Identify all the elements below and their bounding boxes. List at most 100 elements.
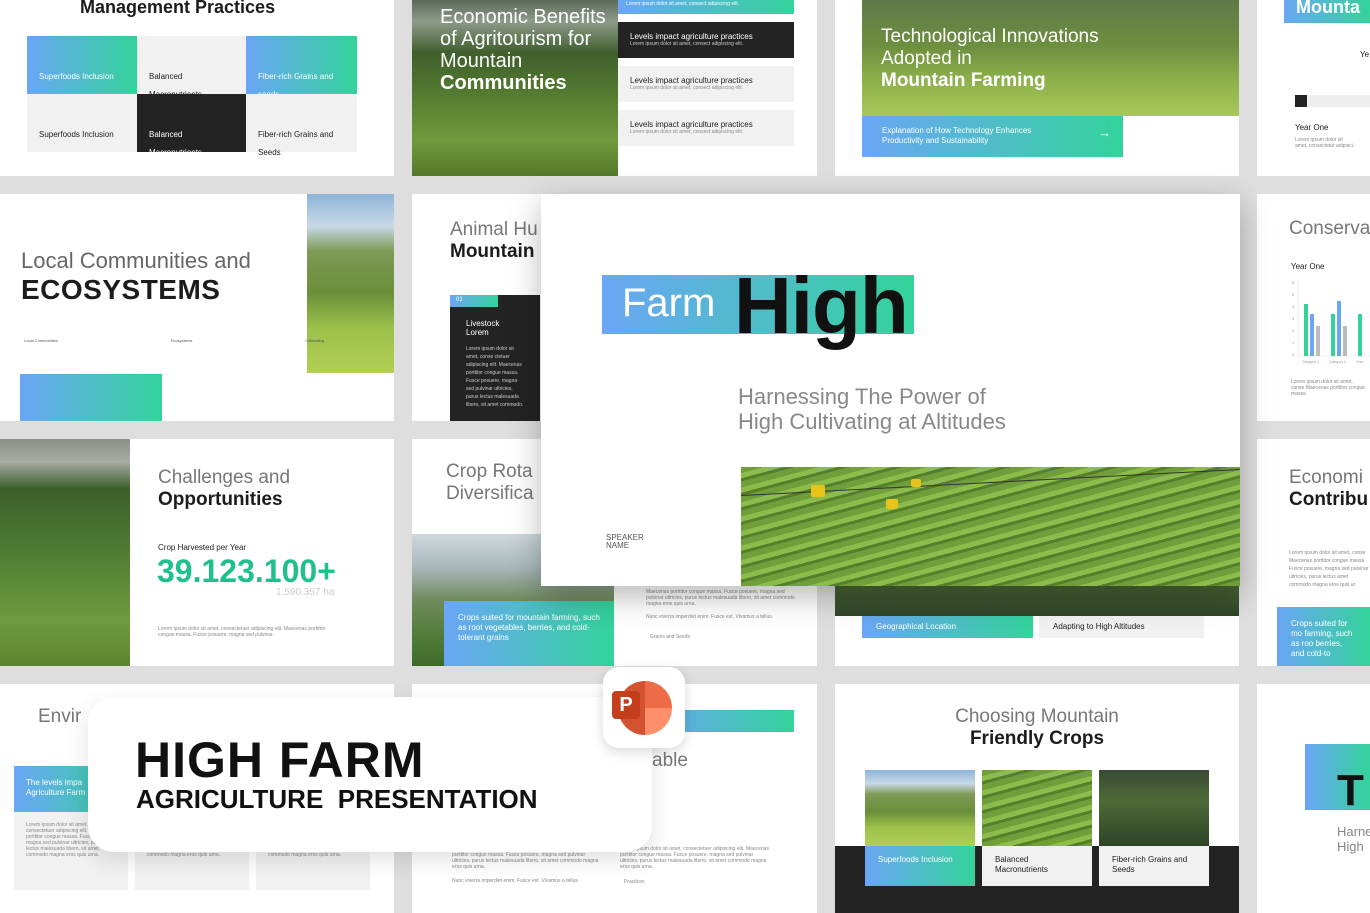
timeline-bar: [1295, 95, 1370, 107]
practice-cell: Balanced Macronutrients: [137, 94, 246, 157]
benefit-item: Levels impact agriculture practices Lore…: [618, 110, 794, 146]
cable-car: [886, 499, 898, 509]
chart-tick: 6: [1292, 280, 1295, 285]
table-tag: Practices: [624, 879, 645, 885]
slide-technological-innovations[interactable]: Technological Innovations Adopted in Mou…: [835, 0, 1239, 176]
cable-car: [911, 479, 921, 487]
geo-item: Adapting to High Altitudes: [1039, 616, 1204, 638]
practice-grid: Superfoods Inclusion Balanced Macronutri…: [27, 36, 357, 157]
crop-photo: [865, 770, 975, 846]
chart-bar: [1310, 314, 1314, 356]
terrace-photo: [741, 467, 1240, 586]
slide-choosing-crops[interactable]: Choosing Mountain Friendly Crops Superfo…: [835, 684, 1239, 913]
chart-tick: 3: [1292, 316, 1295, 321]
chart-bar: [1331, 314, 1335, 356]
slide-animal-husbandry[interactable]: Animal Hu Mountain 01 Livestock Lorem Lo…: [412, 194, 552, 421]
chart-tick: 0: [1292, 352, 1295, 357]
chart-tick: 5: [1292, 292, 1295, 297]
powerpoint-letter-box: P: [612, 691, 640, 719]
crop-item: Fiber-rich Grains and Seeds: [1099, 846, 1209, 886]
slide-title: Management Practices: [80, 0, 276, 17]
gradient-block: [20, 374, 162, 421]
crop-item: Balanced Macronutrients: [982, 846, 1092, 886]
slide-economic-benefits[interactable]: Economic Benefits of Agritourism for Mou…: [412, 0, 817, 176]
product-banner: HIGH FARM AGRICULTURE PRESENTATION: [88, 697, 652, 852]
banner-title: HIGH FARM: [135, 732, 425, 788]
slide-local-communities[interactable]: Local Communities and ECOSYSTEMS Local C…: [0, 194, 394, 421]
table-body-3: Lorem ipsum dolor sit amet, consectetuer…: [620, 846, 769, 870]
slide-title: Choosing Mountain Friendly Crops: [955, 706, 1119, 749]
slide-title: Crop Rota Diversifica: [446, 461, 534, 504]
hero-slide[interactable]: Farm High Harnessing The Power of High C…: [541, 194, 1240, 586]
chart-label: Year One: [1291, 262, 1325, 271]
slide-title: Envir: [38, 706, 82, 727]
cable-car: [811, 485, 825, 497]
practice-cell: Fiber-rich Grains and Seeds: [246, 94, 357, 157]
hero-subtitle: Harnessing The Power of High Cultivating…: [738, 384, 1006, 434]
explanation-button[interactable]: Explanation of How Technology Enhances P…: [862, 116, 1123, 157]
slide-challenges[interactable]: Challenges and Opportunities Crop Harves…: [0, 439, 394, 666]
crop-tag: Grains and Seeds: [650, 634, 691, 640]
crop-item: Superfoods Inclusion: [865, 846, 975, 886]
crop-body-2: Nunc viverra imperdiet enim. Fusce est. …: [646, 614, 774, 620]
slide-title: Conserva: [1289, 218, 1370, 239]
chart-bar: [1316, 326, 1320, 356]
chart-category: Cate: [1356, 360, 1363, 364]
slide-title: Challenges and Opportunities: [158, 467, 291, 510]
arrow-right-icon: →: [1098, 125, 1111, 140]
chart-category: Category 1: [1302, 360, 1319, 364]
chart-body: Lorem ipsum dolor sit amet, conse Maecen…: [1291, 379, 1365, 397]
practice-cell: Superfoods Inclusion: [27, 94, 137, 152]
benefit-item: Levels impact agriculture practices Lore…: [618, 66, 794, 102]
slide-conservation[interactable]: Conserva Year One 6 5 4 3 2 1 0 Category 1 Categ…: [1257, 194, 1370, 421]
mini-bar-chart: 6 5 4 3 2 1 0 Category 1 Category 2 Cate: [1292, 280, 1370, 364]
crop-photo: [982, 770, 1092, 846]
top-strip: Lorem ipsum dolor sit amet, consect adip…: [618, 0, 794, 14]
chart-bar: [1343, 326, 1347, 356]
slide-title: Technological Innovations Adopted in Mou…: [881, 26, 1099, 91]
year-body: Lorem ipsum dolor sit amet, consectetur …: [1295, 137, 1355, 149]
slide-title-partial[interactable]: T Harne High: [1257, 684, 1370, 913]
hillside-photo: [307, 194, 394, 373]
title-letter: T: [1337, 766, 1364, 815]
hero-high: High: [734, 261, 909, 350]
benefit-item: Levels impact agriculture practices Lore…: [618, 22, 794, 58]
slide-title: Animal Hu Mountain: [450, 219, 538, 262]
speaker-name: SPEAKER NAME: [606, 533, 644, 550]
banner-subtitle: AGRICULTURE PRESENTATION: [136, 784, 538, 814]
practice-cell: Fiber-rich Grains and seeds: [246, 36, 357, 99]
crop-body: Maecenas porttitor congue massa. Fusce p…: [646, 589, 795, 607]
chart-tick: 1: [1292, 340, 1295, 345]
table-body-2: Nunc viverra imperdiet enim. Fusce est. …: [452, 878, 580, 884]
slide-title: Economi Contribu: [1289, 467, 1369, 510]
stat-sub: 1.590.357 ha: [276, 587, 335, 598]
slide-mountain-partial[interactable]: Mounta Ye Year One Lorem ipsum dolor sit…: [1257, 0, 1370, 176]
slide-title: Economic Benefits of Agritourism for Mou…: [440, 6, 606, 94]
stat-label: Crop Harvested per Year: [158, 543, 247, 552]
econ-body: Lorem ipsum dolor sit amet, conse Maecen…: [1289, 550, 1369, 588]
title-bar: Mounta: [1284, 0, 1370, 23]
practice-cell: Balanced Macronutrients: [137, 36, 246, 99]
stat-number: 39.123.100+: [157, 553, 336, 589]
slide-economic-contribution[interactable]: Economi Contribu Lorem ipsum dolor sit a…: [1257, 439, 1370, 666]
slide-title: able: [652, 750, 688, 771]
sub-text: Harne High: [1337, 824, 1370, 854]
hero-farm: Farm: [622, 281, 716, 325]
crop-caption: Crops suited for mountain farming, such …: [444, 601, 614, 666]
chart-bar: [1337, 301, 1341, 356]
tea-field-photo: [0, 439, 130, 666]
slide-management-practices[interactable]: Management Practices Superfoods Inclusio…: [0, 0, 394, 176]
powerpoint-app-tile: P: [603, 667, 685, 748]
tag-row: Local Communities Ecosystems Cultivating: [24, 338, 324, 343]
card-badge: 01: [450, 295, 498, 307]
sub-label: Ye: [1360, 50, 1370, 59]
geo-item: Geographical Location: [862, 616, 1033, 638]
crop-photo: [1099, 770, 1209, 846]
chart-tick: 4: [1292, 304, 1295, 309]
chart-bar: [1358, 314, 1362, 356]
practice-cell: Superfoods Inclusion: [27, 36, 137, 94]
stat-body: Lorem ipsum dolor sit amet, consectetuer…: [158, 626, 326, 638]
chart-category: Category 2: [1329, 360, 1346, 364]
chart-bar: [1304, 304, 1308, 356]
chart-tick: 2: [1292, 328, 1295, 333]
